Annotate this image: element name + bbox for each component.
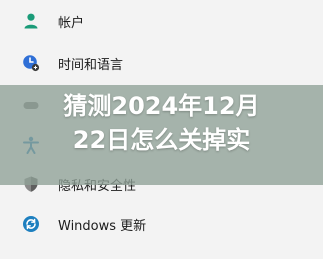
nav-item-windows-update[interactable]: Windows 更新 xyxy=(22,210,146,238)
nav-item-label: 时间和语言 xyxy=(58,57,124,73)
overlay-title: 猜测2024年12月 22日怎么关掉实 xyxy=(0,89,323,157)
nav-item-time-language[interactable]: 时间和语言 xyxy=(22,49,123,77)
overlay-title-line-1: 猜测2024年12月 xyxy=(63,92,260,120)
nav-item-label: Windows 更新 xyxy=(58,218,147,234)
account-icon xyxy=(22,12,40,30)
nav-item-label: 帐户 xyxy=(58,15,85,31)
windows-update-icon xyxy=(22,215,40,233)
overlay-title-line-2: 22日怎么关掉实 xyxy=(72,126,251,154)
nav-item-accounts[interactable]: 帐户 xyxy=(22,7,84,35)
time-language-icon xyxy=(22,54,40,72)
